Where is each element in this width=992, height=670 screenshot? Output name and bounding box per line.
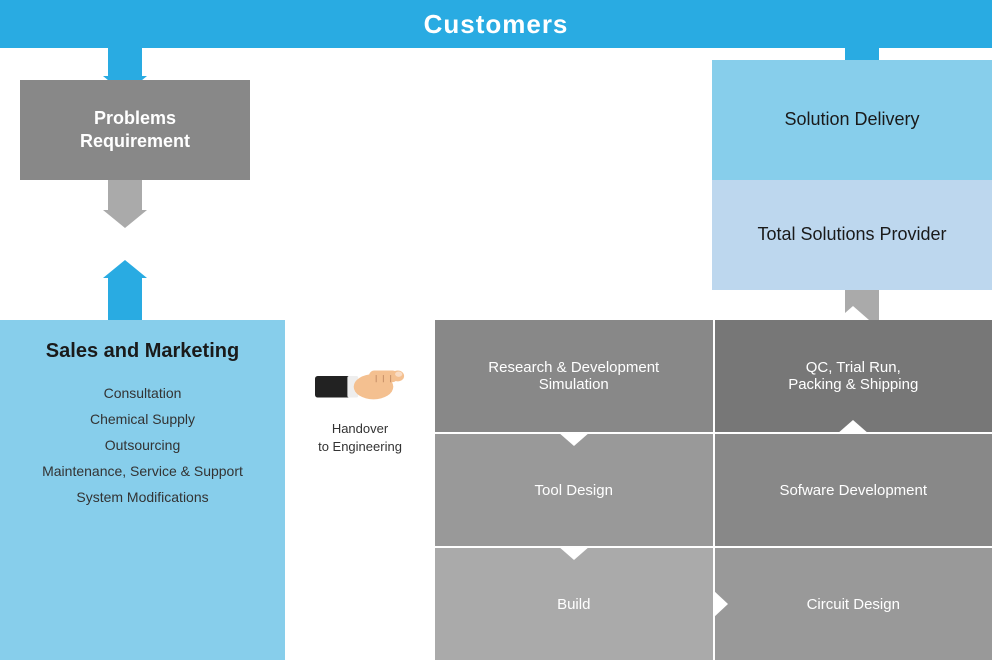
sales-marketing-box: Sales and Marketing Consultation Chemica…	[0, 320, 285, 660]
handover-label: Handoverto Engineering	[318, 420, 402, 456]
hand-svg	[315, 350, 405, 410]
problems-label: ProblemsRequirement	[80, 107, 190, 154]
sales-item-chemical: Chemical Supply	[90, 411, 195, 427]
qc-label: QC, Trial Run,Packing & Shipping	[788, 359, 918, 393]
hand-pointing-icon	[315, 350, 405, 410]
build-cell: Build	[435, 548, 713, 660]
tool-design-cell: Tool Design	[435, 434, 713, 546]
engineering-grid: Research & DevelopmentSimulation QC, Tri…	[435, 320, 992, 660]
circuit-design-label: Circuit Design	[807, 596, 900, 613]
total-solutions-box: Total Solutions Provider	[712, 180, 992, 290]
total-solutions-label: Total Solutions Provider	[757, 222, 946, 247]
sales-item-consultation: Consultation	[104, 385, 182, 401]
sales-title: Sales and Marketing	[46, 340, 239, 363]
build-label: Build	[557, 596, 590, 613]
solution-delivery-label: Solution Delivery	[784, 107, 919, 132]
sales-item-system-mods: System Modifications	[76, 489, 208, 505]
solution-delivery-box: Solution Delivery	[712, 60, 992, 180]
rd-simulation-cell: Research & DevelopmentSimulation	[435, 320, 713, 432]
sales-item-outsourcing: Outsourcing	[105, 437, 180, 453]
sales-item-maintenance: Maintenance, Service & Support	[42, 463, 243, 479]
tool-design-label: Tool Design	[535, 482, 613, 499]
handover-area: Handoverto Engineering	[285, 320, 435, 660]
arrow-blue-up-right	[840, 8, 884, 68]
customers-label: Customers	[424, 9, 569, 40]
software-dev-label: Sofware Development	[779, 482, 927, 499]
qc-cell: QC, Trial Run,Packing & Shipping	[715, 320, 992, 432]
circuit-design-cell: Circuit Design	[715, 548, 992, 660]
problems-requirement-box: ProblemsRequirement	[20, 80, 250, 180]
software-dev-cell: Sofware Development	[715, 434, 992, 546]
arrow-gray-down	[103, 180, 147, 228]
rd-label: Research & DevelopmentSimulation	[488, 359, 659, 393]
